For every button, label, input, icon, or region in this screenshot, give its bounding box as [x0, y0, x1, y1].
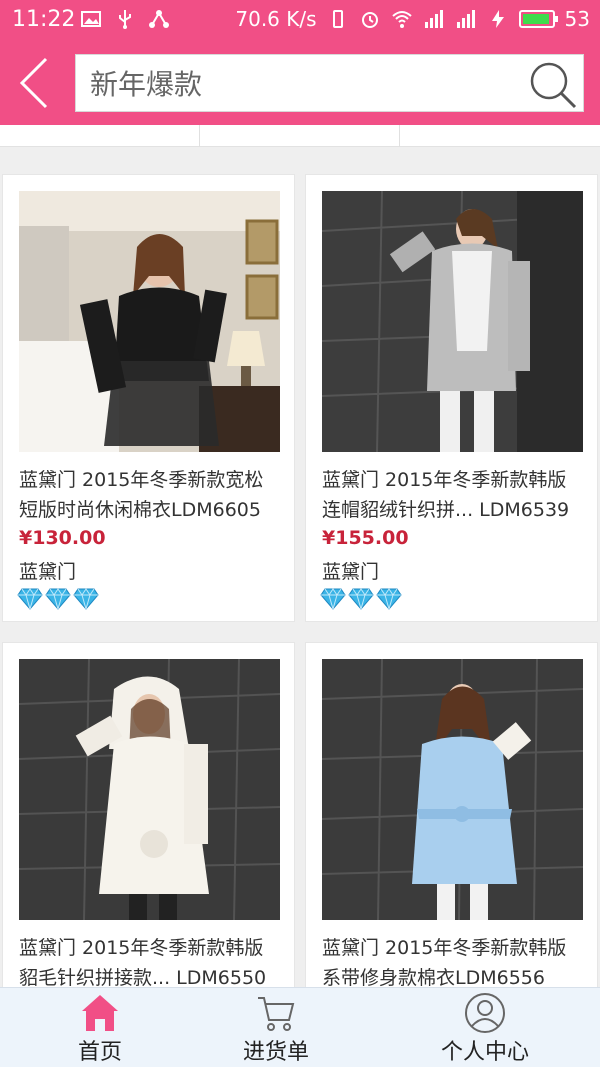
product-title[interactable]: 蓝黛门 2015年冬季新款韩版连帽貂绒针织拼... LDM6539: [322, 465, 584, 525]
nav-item-home[interactable]: 首页: [0, 988, 200, 1067]
search-bar: [75, 54, 584, 112]
search-input[interactable]: [90, 55, 510, 111]
product-image[interactable]: [322, 191, 583, 452]
battery-icon: [518, 10, 558, 28]
product-image[interactable]: [19, 659, 280, 920]
usb-icon: [119, 10, 131, 29]
product-brand: 蓝黛门: [19, 561, 77, 583]
divider: [199, 125, 200, 147]
nav-label-cart: 进货单: [242, 1040, 309, 1065]
filter-tab-strip: [0, 125, 600, 147]
net-speed: 70.6 K/s: [235, 7, 317, 31]
nav-label-home: 首页: [77, 1040, 122, 1065]
product-title[interactable]: 蓝黛门 2015年冬季新款韩版貂毛针织拼接款... LDM6550: [19, 933, 281, 993]
wifi-icon: [391, 11, 412, 28]
user-icon: [465, 993, 505, 1033]
image-icon: [81, 11, 101, 27]
signal-icon-2: [456, 10, 475, 28]
product-card[interactable]: 蓝黛门 2015年冬季新款宽松短版时尚休闲棉衣LDM6605 ¥130.00 蓝…: [2, 174, 295, 622]
charging-icon: [491, 10, 504, 28]
diamond-icon: [73, 588, 99, 610]
status-time: 11:22: [12, 7, 76, 32]
cart-icon: [258, 997, 295, 1031]
divider: [399, 125, 400, 147]
home-icon: [82, 995, 118, 1031]
diamond-icon: [320, 588, 346, 610]
product-image[interactable]: [19, 191, 280, 452]
rating-gems: [17, 588, 99, 610]
battery-level: 53: [564, 7, 590, 31]
share-icon: [149, 10, 169, 28]
product-title[interactable]: 蓝黛门 2015年冬季新款宽松短版时尚休闲棉衣LDM6605: [19, 465, 281, 525]
diamond-icon: [348, 588, 374, 610]
nav-item-profile[interactable]: 个人中心: [385, 988, 585, 1067]
nav-item-cart[interactable]: 进货单: [176, 988, 376, 1067]
vibrate-icon: [332, 10, 343, 28]
product-price: ¥155.00: [322, 527, 409, 549]
bottom-nav: 首页 进货单 个人中心: [0, 987, 600, 1067]
status-bar: 11:22 70.6 K/s 53: [0, 0, 600, 42]
diamond-icon: [376, 588, 402, 610]
product-title[interactable]: 蓝黛门 2015年冬季新款韩版系带修身款棉衣LDM6556: [322, 933, 584, 993]
product-card[interactable]: 蓝黛门 2015年冬季新款韩版连帽貂绒针织拼... LDM6539 ¥155.0…: [305, 174, 598, 622]
nav-label-profile: 个人中心: [440, 1040, 529, 1065]
product-brand: 蓝黛门: [322, 561, 380, 583]
product-image[interactable]: [322, 659, 583, 920]
rating-gems: [320, 588, 402, 610]
alarm-icon: [361, 12, 378, 28]
search-icon[interactable]: [527, 59, 579, 111]
diamond-icon: [45, 588, 71, 610]
header: 11:22 70.6 K/s 53: [0, 0, 600, 125]
chevron-left-icon: [19, 57, 48, 108]
status-notification-icons: [80, 8, 170, 30]
status-system-icons: 70.6 K/s 53: [235, 7, 590, 31]
signal-icon: [424, 10, 443, 28]
back-button[interactable]: [14, 55, 54, 110]
diamond-icon: [17, 588, 43, 610]
product-price: ¥130.00: [19, 527, 106, 549]
